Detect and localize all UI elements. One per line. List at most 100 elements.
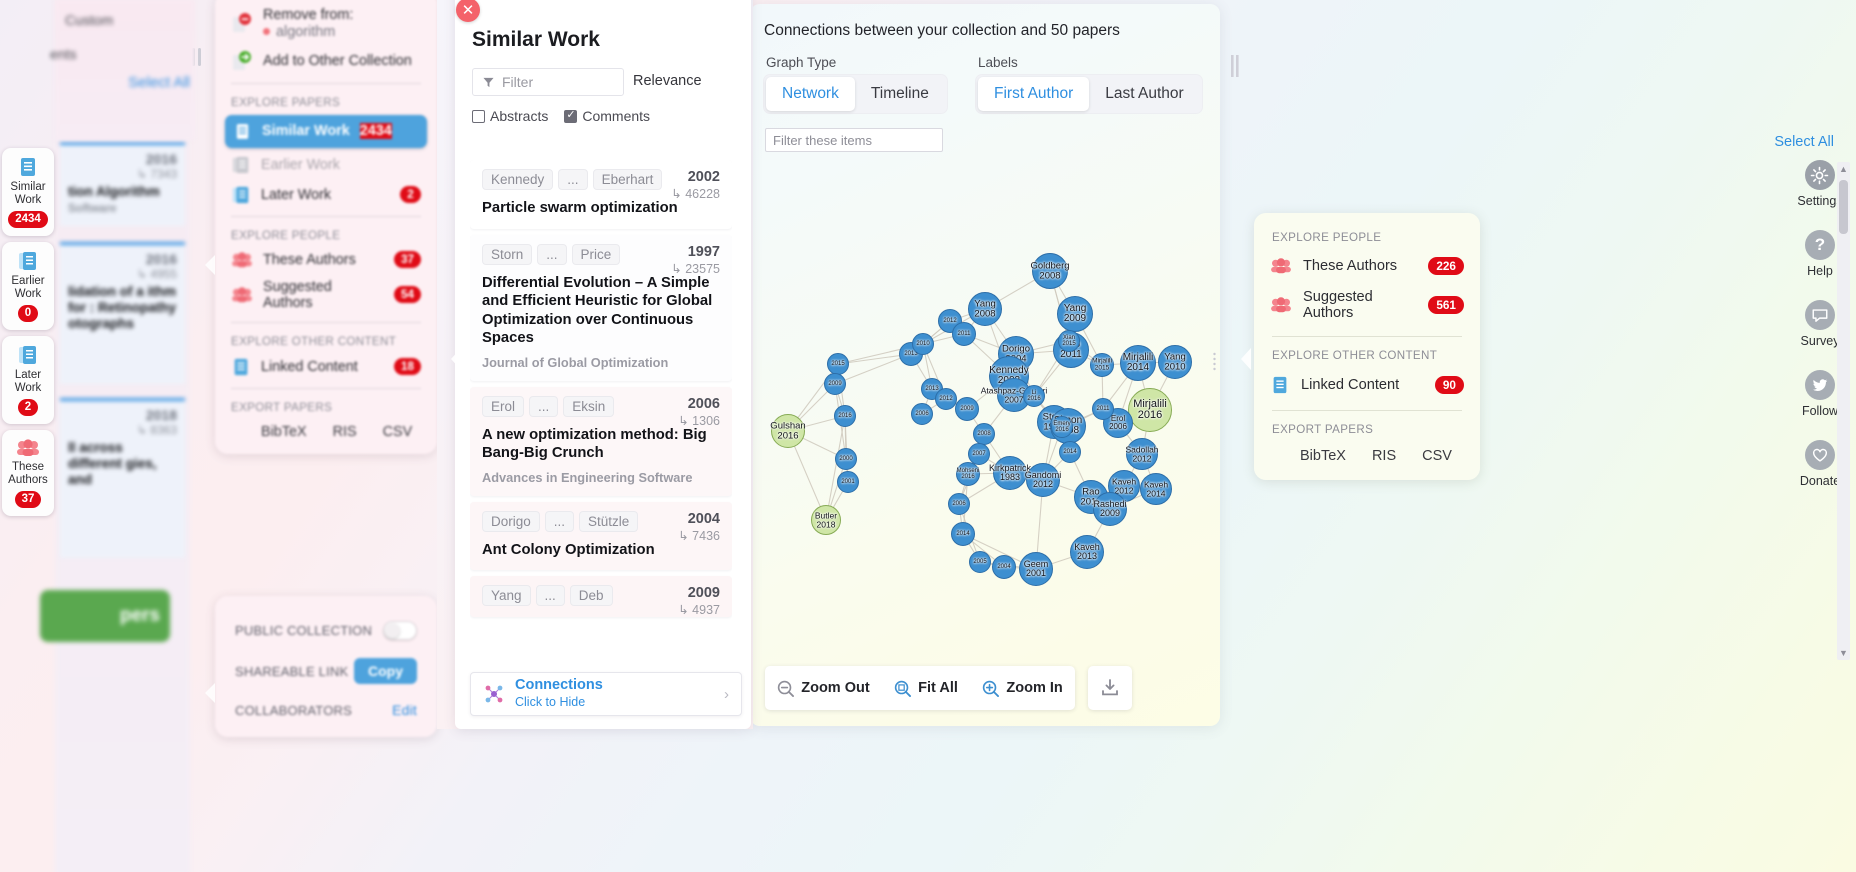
shareable-link-row[interactable]: SHAREABLE LINK Copy [215, 649, 437, 693]
paper-title[interactable]: A new optimization method: Big Bang-Big … [482, 426, 720, 463]
graph-node[interactable]: Butler 2018 [811, 505, 841, 535]
graph-node[interactable]: Xian 2015 [1058, 330, 1080, 352]
public-collection-toggle[interactable] [383, 621, 417, 640]
graph-node[interactable]: Geem 2001 [1019, 552, 1053, 586]
rail-settings[interactable]: Settings [1797, 160, 1843, 208]
author-tag[interactable]: Stützle [579, 510, 639, 532]
menu-item-later-work[interactable]: Later Work 2 [215, 180, 437, 210]
select-all-background-link[interactable]: Select All [128, 74, 190, 91]
comments-checkbox[interactable]: Comments [564, 108, 650, 124]
export-csv-link[interactable]: CSV [1422, 448, 1452, 464]
rail-follow[interactable]: Follow [1802, 370, 1838, 418]
menu-add-to-other-collection[interactable]: Add to Other Collection [215, 45, 437, 77]
graph-node[interactable]: Rashedi 2009 [1093, 492, 1127, 526]
sort-relevance-button[interactable]: Relevance [633, 73, 702, 89]
collapse-right-arrow[interactable] [1240, 348, 1252, 370]
graph-node[interactable]: 2016 [834, 405, 856, 427]
graph-node[interactable]: 2007 [968, 443, 990, 465]
author-tag-ellipsis[interactable]: ... [558, 169, 588, 190]
graph-node[interactable]: Mirjalili 2014 [1120, 345, 1156, 381]
collapse-menu-arrow[interactable] [204, 255, 216, 275]
graph-node[interactable]: 2010 [912, 333, 934, 355]
background-papers-button[interactable]: pers [40, 590, 170, 642]
menu-item-linked-content[interactable]: Linked Content 18 [215, 352, 437, 382]
rail-donate[interactable]: Donate [1800, 440, 1840, 488]
rail-item-earlier-work[interactable]: Earlier Work 0 [2, 242, 54, 330]
graph-node[interactable]: 2015 [827, 353, 849, 375]
export-csv-link[interactable]: CSV [383, 424, 413, 440]
zoom-out-button[interactable]: Zoom Out [777, 680, 870, 697]
author-tag[interactable]: Kennedy [482, 169, 554, 190]
graph-node[interactable]: Li 2016 [1023, 385, 1045, 407]
panel-drag-handle[interactable] [198, 48, 201, 66]
paper-card[interactable]: Erol ... Eksin 2006 ↳ 1306 A new optimiz… [470, 386, 732, 496]
graph-type-toggle[interactable]: Network Timeline [763, 74, 948, 114]
tab-network[interactable]: Network [766, 77, 855, 111]
similar-work-filter-input[interactable]: Filter [472, 68, 624, 96]
graph-canvas[interactable]: Goldberg 2008 Gulshan 2016 Butler 2018 Yang 200… [750, 154, 1220, 654]
scroll-up-icon[interactable]: ▲ [1837, 164, 1850, 174]
rail-survey[interactable]: Survey [1801, 300, 1839, 348]
graph-node[interactable]: 2008 [973, 423, 995, 445]
graph-node[interactable]: Kirkpatrick 1983 [989, 456, 1031, 490]
labels-toggle[interactable]: First Author Last Author [975, 74, 1203, 114]
graph-node[interactable]: 2006 [948, 493, 970, 515]
graph-node[interactable]: 2000 [835, 448, 857, 470]
graph-node[interactable]: Goldberg 2008 [1030, 253, 1070, 289]
graph-node[interactable]: 2014 [951, 522, 975, 546]
similar-work-paper-list[interactable]: Kennedy ... Eberhart 2002 ↳ 46228 Partic… [470, 160, 732, 658]
author-tag[interactable]: Yang [482, 585, 531, 606]
author-tag[interactable]: Deb [569, 585, 613, 606]
author-tag[interactable]: Erol [482, 395, 525, 417]
background-paper-card[interactable]: 2018 ↳ 8363 ll across different gies, an… [60, 398, 185, 558]
background-paper-card[interactable]: 2016 ↳ 7343 tion Algorithm Software [60, 142, 185, 226]
scrollbar-thumb[interactable] [1839, 180, 1848, 234]
zoom-in-button[interactable]: Zoom In [982, 680, 1063, 697]
graph-node[interactable]: Mirjalili 2015 [1090, 353, 1114, 377]
graph-node[interactable]: Yang 2008 [968, 292, 1002, 326]
graph-node[interactable]: Emery 2016 [1051, 416, 1073, 438]
abstracts-checkbox[interactable]: Abstracts [472, 108, 548, 124]
graph-node[interactable]: Sadollah 2012 [1125, 438, 1159, 470]
rail-item-later-work[interactable]: Later Work 2 [2, 336, 54, 424]
author-tag-ellipsis[interactable]: ... [544, 510, 575, 532]
download-graph-button[interactable] [1088, 666, 1132, 710]
export-bibtex-link[interactable]: BibTeX [261, 424, 307, 440]
graph-node[interactable]: 2005 [969, 551, 991, 573]
paper-card[interactable]: Dorigo ... Stützle 2004 ↳ 7436 Ant Colon… [470, 501, 732, 570]
graph-node[interactable]: 2014 [1059, 441, 1081, 463]
fit-all-button[interactable]: Fit All [894, 680, 958, 697]
menu-item-these-authors[interactable]: These Authors 37 [215, 246, 437, 274]
author-tag-ellipsis[interactable]: ... [529, 395, 559, 417]
menu-remove-from[interactable]: Remove from: algorithm [215, 2, 437, 45]
rail-item-similar-work[interactable]: Similar Work 2434 [2, 148, 54, 236]
graph-node[interactable]: 2001 [837, 471, 859, 493]
author-tag[interactable]: Eberhart [592, 169, 663, 190]
graph-node[interactable]: 2009 [955, 397, 979, 421]
menu-item-earlier-work[interactable]: Earlier Work [215, 150, 437, 180]
graph-node[interactable]: Yang 2009 [1057, 296, 1093, 332]
chevron-right-icon[interactable]: › [724, 686, 729, 703]
graph-node[interactable]: 2009 [824, 373, 846, 395]
graph-node[interactable]: Mohseni 2016 [956, 462, 980, 486]
graph-resize-handle[interactable] [1229, 55, 1241, 77]
paper-card[interactable]: Kennedy ... Eberhart 2002 ↳ 46228 Partic… [470, 160, 732, 229]
graph-node[interactable]: 2012 [935, 388, 957, 410]
graph-node[interactable]: Kaveh 2014 [1140, 473, 1172, 505]
menu-item-suggested-authors[interactable]: Suggested Authors 54 [215, 274, 437, 316]
paper-title[interactable]: Ant Colony Optimization [482, 541, 720, 560]
author-tag-ellipsis[interactable]: ... [535, 585, 565, 606]
tab-last-author[interactable]: Last Author [1089, 77, 1199, 111]
select-all-link[interactable]: Select All [1774, 134, 1834, 150]
public-collection-row[interactable]: PUBLIC COLLECTION [215, 612, 437, 649]
rail-item-these-authors[interactable]: These Authors 37 [2, 430, 54, 516]
export-ris-link[interactable]: RIS [333, 424, 357, 440]
tab-timeline[interactable]: Timeline [855, 77, 945, 111]
graph-node[interactable]: 2011 [1092, 398, 1114, 420]
scroll-down-icon[interactable]: ▼ [1837, 648, 1850, 658]
background-paper-card[interactable]: 2016 ↳ 4955 lidation of a ithm for : Ret… [60, 242, 185, 384]
connections-bar[interactable]: Connections Click to Hide › [470, 672, 742, 716]
right-item-these-authors[interactable]: These Authors 226 [1254, 250, 1480, 282]
paper-title[interactable]: Particle swarm optimization [482, 199, 720, 218]
rail-help[interactable]: ? Help [1805, 230, 1835, 278]
